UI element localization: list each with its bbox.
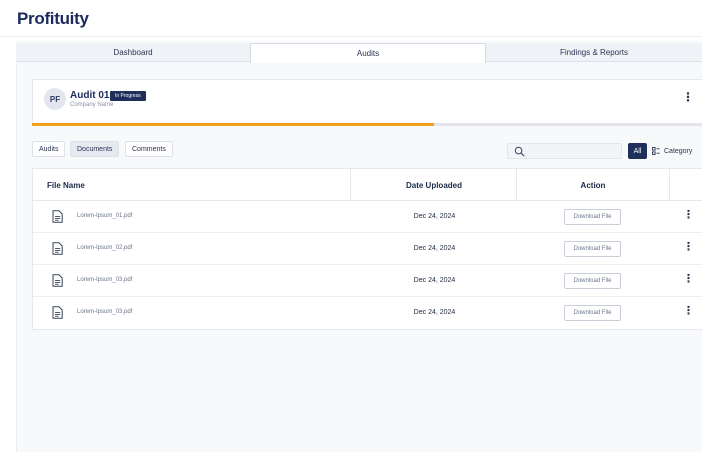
table-row: Lorem-Ipsum_02.pdf Dec 24, 2024 Download… — [33, 233, 702, 265]
status-badge: In Progress — [110, 91, 146, 101]
more-vertical-icon[interactable]: ⋮ — [683, 306, 694, 317]
table-row: Lorem-Ipsum_01.pdf Dec 24, 2024 Download… — [33, 201, 702, 233]
upload-date: Dec 24, 2024 — [413, 245, 456, 252]
search-input[interactable] — [530, 145, 618, 157]
file-name-link[interactable]: Lorem-Ipsum_03.pdf — [77, 277, 132, 283]
search-box — [507, 143, 622, 159]
download-file-button[interactable]: Download File — [564, 273, 621, 289]
audit-title: Audit 01 — [70, 90, 110, 101]
category-label: Category — [664, 147, 693, 155]
company-name: Company Name — [70, 102, 114, 108]
download-file-button[interactable]: Download File — [564, 305, 621, 321]
documents-table: File Name Date Uploaded Action Lorem-Ips… — [32, 168, 702, 330]
header-file-name: File Name — [47, 180, 85, 190]
document-icon — [52, 306, 63, 319]
file-name-link[interactable]: Lorem-Ipsum_02.pdf — [77, 245, 132, 251]
category-grid-icon — [652, 147, 660, 155]
tab-audits[interactable]: Audits — [250, 43, 486, 63]
document-icon — [52, 274, 63, 287]
upload-date: Dec 24, 2024 — [413, 213, 456, 220]
audit-progress-bar — [32, 123, 702, 126]
upload-date: Dec 24, 2024 — [413, 277, 456, 284]
document-icon — [52, 210, 63, 223]
document-icon — [52, 242, 63, 255]
avatar: PF — [44, 88, 66, 110]
more-vertical-icon[interactable]: ⋮ — [683, 242, 694, 253]
app-title: Profituity — [17, 9, 89, 28]
filter-documents-button[interactable]: Documents — [70, 141, 120, 157]
column-divider — [669, 169, 670, 201]
more-vertical-icon[interactable]: ⋮ — [682, 91, 694, 103]
filter-comments-button[interactable]: Comments — [125, 141, 173, 157]
table-row: Lorem-Ipsum_03.pdf Dec 24, 2024 Download… — [33, 297, 702, 329]
tab-dashboard[interactable]: Dashboard — [16, 43, 250, 62]
filter-audits-button[interactable]: Audits — [32, 141, 66, 157]
download-file-button[interactable]: Download File — [564, 209, 621, 225]
search-icon — [514, 146, 525, 157]
download-file-button[interactable]: Download File — [564, 241, 621, 257]
header-date-uploaded: Date Uploaded — [405, 180, 462, 190]
upload-date: Dec 24, 2024 — [413, 309, 456, 316]
category-button[interactable]: Category — [652, 143, 692, 159]
audit-card: PF Audit 01 In Progress Company Name ⋮ — [32, 79, 702, 126]
tab-bar: Dashboard Audits Findings & Reports — [16, 43, 702, 63]
file-name-link[interactable]: Lorem-Ipsum_01.pdf — [77, 213, 132, 219]
table-header: File Name Date Uploaded Action — [33, 169, 702, 201]
table-row: Lorem-Ipsum_03.pdf Dec 24, 2024 Download… — [33, 265, 702, 297]
header-divider — [0, 36, 702, 37]
more-vertical-icon[interactable]: ⋮ — [683, 210, 694, 221]
more-vertical-icon[interactable]: ⋮ — [683, 274, 694, 285]
header-action: Action — [580, 180, 606, 190]
file-name-link[interactable]: Lorem-Ipsum_03.pdf — [77, 309, 132, 315]
tab-findings-reports[interactable]: Findings & Reports — [486, 43, 702, 62]
audit-progress-fill — [32, 123, 434, 126]
all-filter-button[interactable]: All — [628, 143, 647, 159]
